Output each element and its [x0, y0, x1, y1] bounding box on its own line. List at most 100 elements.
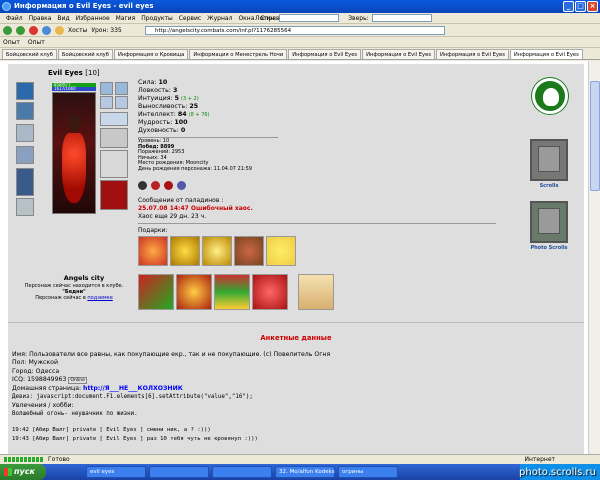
scrolls-banner[interactable]: [530, 139, 568, 181]
tab-krovischa[interactable]: Информация о Кровища: [113, 49, 189, 59]
character-page: Evil Eyes [10] 858/977 1617/1660 Angels …: [8, 64, 584, 454]
profile-text: Имя: Пользователи все равны, как покупаю…: [12, 351, 331, 418]
tab-evil-eyes-3[interactable]: Информация о Evil Eyes: [436, 49, 509, 59]
ring-slot-2[interactable]: [115, 82, 128, 95]
character-name: Evil Eyes [10]: [48, 69, 100, 77]
bracer-slot[interactable]: [16, 146, 34, 164]
tab-club-1[interactable]: Бойцовский клуб: [2, 49, 57, 59]
character-info: Уровень: 10 Побед: 8899 Поражений: 2953 …: [138, 138, 252, 172]
menu-products[interactable]: Продукты: [141, 15, 173, 22]
location-info: Персонаж сейчас находится в клубе. "Бедн…: [24, 283, 124, 301]
amulet-slot[interactable]: [100, 112, 128, 126]
links-toolbar: Опыт Опыт: [0, 37, 600, 48]
home-icon[interactable]: [55, 25, 64, 35]
ring-slot-1[interactable]: [100, 82, 113, 95]
gift-card[interactable]: [298, 274, 334, 310]
medal-icon[interactable]: [138, 181, 147, 190]
title-bar: Информация о Evil Eyes - evil eyes _ □ ×: [0, 0, 600, 13]
photo-scrolls-label[interactable]: Photo Scrolls: [524, 245, 574, 251]
watermark: photo.scrolls.ru: [519, 467, 596, 478]
task-kodeks[interactable]: 32. Мо/alfun Kodeks: [275, 466, 335, 478]
menu-magic[interactable]: Магия: [116, 15, 136, 22]
task-2[interactable]: [149, 466, 209, 478]
photo-scrolls-banner[interactable]: [530, 201, 568, 243]
maximize-button[interactable]: □: [575, 1, 586, 12]
shield-slot[interactable]: [100, 128, 128, 148]
login-area: Логин: Зверь:: [255, 14, 432, 22]
link-opyt-2[interactable]: Опыт: [28, 39, 45, 46]
ie-icon: [2, 2, 11, 11]
tab-evil-eyes-1[interactable]: Информация о Evil Eyes: [288, 49, 362, 59]
divider: [8, 322, 584, 323]
login-input[interactable]: [279, 14, 340, 22]
paladin-message: Сообщение от паладинов : 25.07.08 14:47 …: [138, 197, 253, 220]
divider: [138, 223, 496, 224]
menu-view[interactable]: Вид: [57, 15, 69, 22]
tab-menestrel[interactable]: Информация о Менестрель Ночи: [189, 49, 288, 59]
zone-label: Интернет: [524, 455, 555, 463]
cloak-slot[interactable]: [16, 168, 34, 196]
status-text: Готово: [48, 455, 70, 463]
gift-duck[interactable]: [266, 236, 296, 266]
ring-slot-3[interactable]: [100, 96, 113, 109]
refresh-icon[interactable]: [42, 25, 51, 35]
gift-jester[interactable]: [138, 236, 168, 266]
tab-evil-eyes-2[interactable]: Информация о Evil Eyes: [362, 49, 436, 59]
task-evil-eyes[interactable]: evil eyes: [86, 466, 146, 478]
weapon-slot[interactable]: [16, 124, 34, 142]
gift-fireworks[interactable]: [176, 274, 212, 310]
gifts-label: Подарки:: [138, 227, 168, 234]
medal-icon[interactable]: [177, 181, 186, 190]
stats-block: Сила: 10 Ловкость: 3 Интуиция: 5 (3 + 2)…: [138, 79, 210, 134]
location-link[interactable]: подземке: [87, 295, 112, 301]
character-portrait: [52, 92, 96, 214]
homepage-link[interactable]: http://Я___НЕ___КОЛХОЗНИК: [83, 385, 183, 392]
task-ogriny[interactable]: огрины: [338, 466, 398, 478]
menu-file[interactable]: Файл: [6, 15, 23, 22]
progress-indicator: [4, 457, 44, 462]
address-bar[interactable]: http://angelscity.combats.com/inf.pl?117…: [145, 26, 445, 35]
gift-mug[interactable]: [234, 236, 264, 266]
menu-edit[interactable]: Правка: [29, 15, 52, 22]
belt-slot[interactable]: [16, 198, 34, 216]
taskbar: пуск evil eyes 32. Мо/alfun Kodeks огрин…: [0, 464, 600, 480]
medal-icon[interactable]: [164, 181, 173, 190]
start-button[interactable]: пуск: [0, 464, 46, 480]
browser-window: Информация о Evil Eyes - evil eyes _ □ ×…: [0, 0, 600, 480]
back-icon[interactable]: [3, 25, 12, 35]
clan-emblem[interactable]: [532, 78, 568, 114]
armor-slot[interactable]: [16, 102, 34, 120]
vertical-scrollbar[interactable]: [588, 61, 600, 454]
gift-medal-2[interactable]: [202, 236, 232, 266]
stop-icon[interactable]: [29, 25, 38, 35]
offhand-slot[interactable]: [100, 150, 128, 178]
close-button[interactable]: ×: [587, 1, 598, 12]
tab-evil-eyes-active[interactable]: Информация о Evil Eyes: [509, 49, 583, 59]
gift-medal[interactable]: [170, 236, 200, 266]
menu-service[interactable]: Сервис: [179, 15, 201, 22]
window-title: Информация о Evil Eyes - evil eyes: [14, 2, 154, 10]
menu-favorites[interactable]: Избранное: [76, 15, 110, 22]
profile-title: Анкетные данные: [260, 334, 332, 342]
boots-slot[interactable]: [100, 180, 128, 210]
tab-club-2[interactable]: Бойцовский клуб: [57, 49, 113, 59]
hosts-button[interactable]: Хосты: [68, 27, 87, 34]
uron-dropdown[interactable]: Урон: 335: [91, 27, 121, 34]
forward-icon[interactable]: [16, 25, 25, 35]
menu-journal[interactable]: Журнал: [207, 15, 232, 22]
gift-box-red[interactable]: [138, 274, 174, 310]
scrolls-label[interactable]: Scrolls: [524, 183, 574, 189]
link-opyt-1[interactable]: Опыт: [3, 39, 20, 46]
icq-status-badge: Online: [68, 376, 87, 384]
task-3[interactable]: [212, 466, 272, 478]
helmet-slot[interactable]: [16, 82, 34, 100]
minimize-button[interactable]: _: [563, 1, 574, 12]
pass-input[interactable]: [371, 14, 432, 22]
tab-strip: Бойцовский клуб Бойцовский клуб Информац…: [0, 48, 600, 60]
gift-heart[interactable]: [252, 274, 288, 310]
status-bar: Готово Интернет: [0, 454, 600, 464]
gift-presents[interactable]: [214, 274, 250, 310]
ring-slot-4[interactable]: [115, 96, 128, 109]
menu-windows[interactable]: Окна: [238, 15, 254, 22]
medal-icon[interactable]: [151, 181, 160, 190]
